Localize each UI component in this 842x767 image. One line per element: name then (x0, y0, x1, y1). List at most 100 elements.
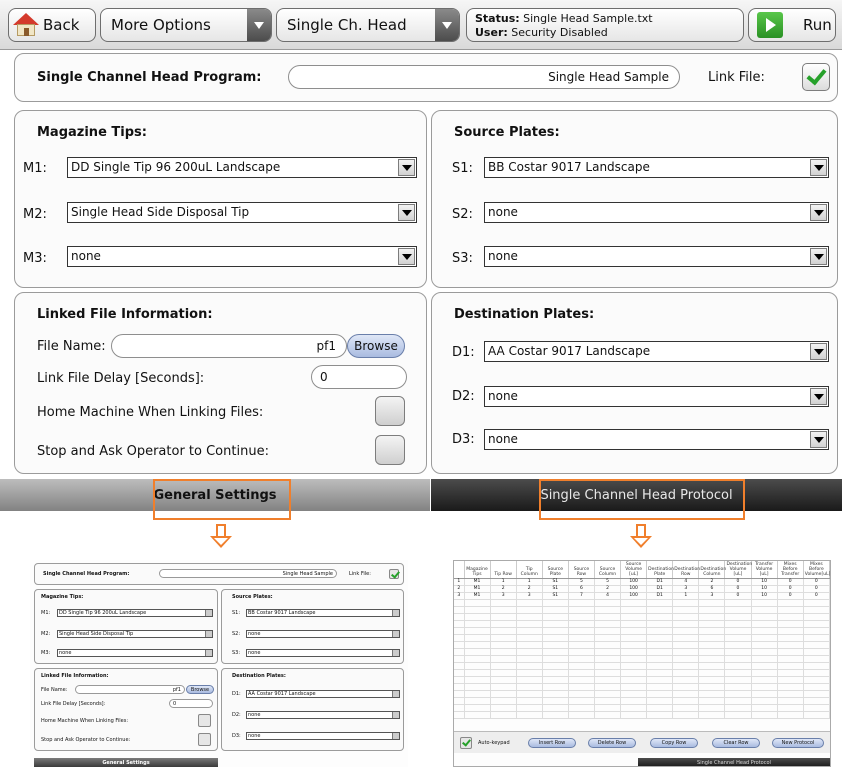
empty-table-cell[interactable] (464, 662, 491, 670)
empty-table-cell[interactable] (724, 613, 752, 621)
empty-table-cell[interactable] (672, 634, 700, 642)
empty-table-cell[interactable] (542, 690, 569, 698)
empty-table-cell[interactable] (698, 648, 726, 656)
empty-table-cell[interactable] (454, 634, 465, 642)
empty-table-cell[interactable] (568, 676, 595, 684)
empty-table-cell[interactable] (803, 676, 830, 684)
empty-table-cell[interactable] (698, 683, 726, 691)
empty-table-cell[interactable] (454, 669, 465, 677)
empty-table-cell[interactable] (803, 648, 830, 656)
empty-table-cell[interactable] (490, 620, 517, 628)
empty-table-cell[interactable] (620, 697, 648, 705)
empty-table-cell[interactable] (454, 599, 465, 607)
empty-table-cell[interactable] (646, 627, 674, 635)
table-cell[interactable]: D1 (646, 578, 674, 586)
empty-table-cell[interactable] (542, 676, 569, 684)
table-cell[interactable]: 3 (490, 592, 517, 600)
head-select-dropdown[interactable]: Single Ch. Head (276, 8, 460, 42)
empty-table-cell[interactable] (646, 697, 674, 705)
empty-table-cell[interactable] (777, 634, 804, 642)
empty-table-cell[interactable] (490, 711, 517, 719)
empty-table-cell[interactable] (646, 690, 674, 698)
empty-table-cell[interactable] (751, 599, 778, 607)
empty-table-cell[interactable] (594, 662, 622, 670)
empty-table-cell[interactable] (724, 662, 752, 670)
empty-table-cell[interactable] (777, 690, 804, 698)
empty-table-cell[interactable] (698, 627, 726, 635)
stop-ask-checkbox[interactable] (375, 435, 405, 465)
new-protocol-button[interactable]: New Protocol (772, 738, 824, 748)
empty-table-cell[interactable] (490, 648, 517, 656)
table-cell[interactable]: 7 (568, 592, 595, 600)
home-machine-checkbox[interactable] (375, 396, 405, 426)
empty-table-cell[interactable] (568, 606, 595, 614)
empty-table-cell[interactable] (516, 634, 543, 642)
empty-table-cell[interactable] (698, 676, 726, 684)
empty-table-cell[interactable] (724, 620, 752, 628)
empty-table-cell[interactable] (490, 655, 517, 663)
empty-table-cell[interactable] (594, 648, 622, 656)
empty-table-cell[interactable] (620, 711, 648, 719)
table-row[interactable]: 2 M1 2 2 S1 6 2 100 D1 3 6 0 10 0 0 (454, 585, 830, 593)
empty-table-cell[interactable] (568, 655, 595, 663)
empty-table-row[interactable] (454, 711, 830, 719)
empty-table-cell[interactable] (454, 662, 465, 670)
file-name-field[interactable]: pf1 (111, 334, 347, 358)
empty-table-cell[interactable] (672, 606, 700, 614)
empty-table-cell[interactable] (620, 599, 648, 607)
empty-table-cell[interactable] (490, 634, 517, 642)
empty-table-cell[interactable] (542, 648, 569, 656)
empty-table-cell[interactable] (516, 676, 543, 684)
d3-select[interactable]: none (484, 429, 829, 450)
empty-table-cell[interactable] (698, 711, 726, 719)
empty-table-cell[interactable] (568, 704, 595, 712)
empty-table-cell[interactable] (646, 620, 674, 628)
s3-select[interactable]: none (484, 246, 829, 267)
empty-table-cell[interactable] (698, 655, 726, 663)
empty-table-cell[interactable] (751, 606, 778, 614)
empty-table-cell[interactable] (490, 613, 517, 621)
empty-table-cell[interactable] (454, 655, 465, 663)
empty-table-cell[interactable] (672, 627, 700, 635)
empty-table-row[interactable] (454, 683, 830, 691)
empty-table-cell[interactable] (751, 683, 778, 691)
empty-table-cell[interactable] (698, 662, 726, 670)
empty-table-row[interactable] (454, 676, 830, 684)
empty-table-cell[interactable] (698, 620, 726, 628)
empty-table-cell[interactable] (620, 648, 648, 656)
empty-table-cell[interactable] (698, 634, 726, 642)
empty-table-cell[interactable] (646, 648, 674, 656)
table-cell[interactable]: 0 (803, 578, 830, 586)
empty-table-cell[interactable] (751, 662, 778, 670)
empty-table-row[interactable] (454, 599, 830, 607)
empty-table-cell[interactable] (516, 662, 543, 670)
empty-table-cell[interactable] (568, 627, 595, 635)
empty-table-row[interactable] (454, 641, 830, 649)
empty-table-cell[interactable] (672, 711, 700, 719)
table-cell[interactable]: 10 (751, 585, 778, 593)
empty-table-cell[interactable] (803, 641, 830, 649)
table-cell[interactable]: 1 (672, 592, 700, 600)
empty-table-cell[interactable] (724, 634, 752, 642)
empty-table-cell[interactable] (803, 662, 830, 670)
empty-table-cell[interactable] (646, 634, 674, 642)
table-cell[interactable]: 2 (490, 585, 517, 593)
empty-table-cell[interactable] (568, 662, 595, 670)
empty-table-cell[interactable] (803, 599, 830, 607)
table-cell[interactable]: 5 (594, 578, 622, 586)
empty-table-cell[interactable] (751, 704, 778, 712)
empty-table-cell[interactable] (568, 690, 595, 698)
empty-table-cell[interactable] (568, 641, 595, 649)
empty-table-cell[interactable] (454, 606, 465, 614)
empty-table-cell[interactable] (777, 599, 804, 607)
empty-table-cell[interactable] (594, 613, 622, 621)
empty-table-cell[interactable] (464, 676, 491, 684)
clear-row-button[interactable]: Clear Row (712, 738, 760, 748)
empty-table-cell[interactable] (724, 655, 752, 663)
empty-table-cell[interactable] (646, 655, 674, 663)
table-cell[interactable]: 0 (803, 592, 830, 600)
empty-table-cell[interactable] (454, 711, 465, 719)
table-cell[interactable]: 0 (724, 592, 752, 600)
table-cell[interactable]: 6 (698, 585, 726, 593)
empty-table-cell[interactable] (777, 641, 804, 649)
